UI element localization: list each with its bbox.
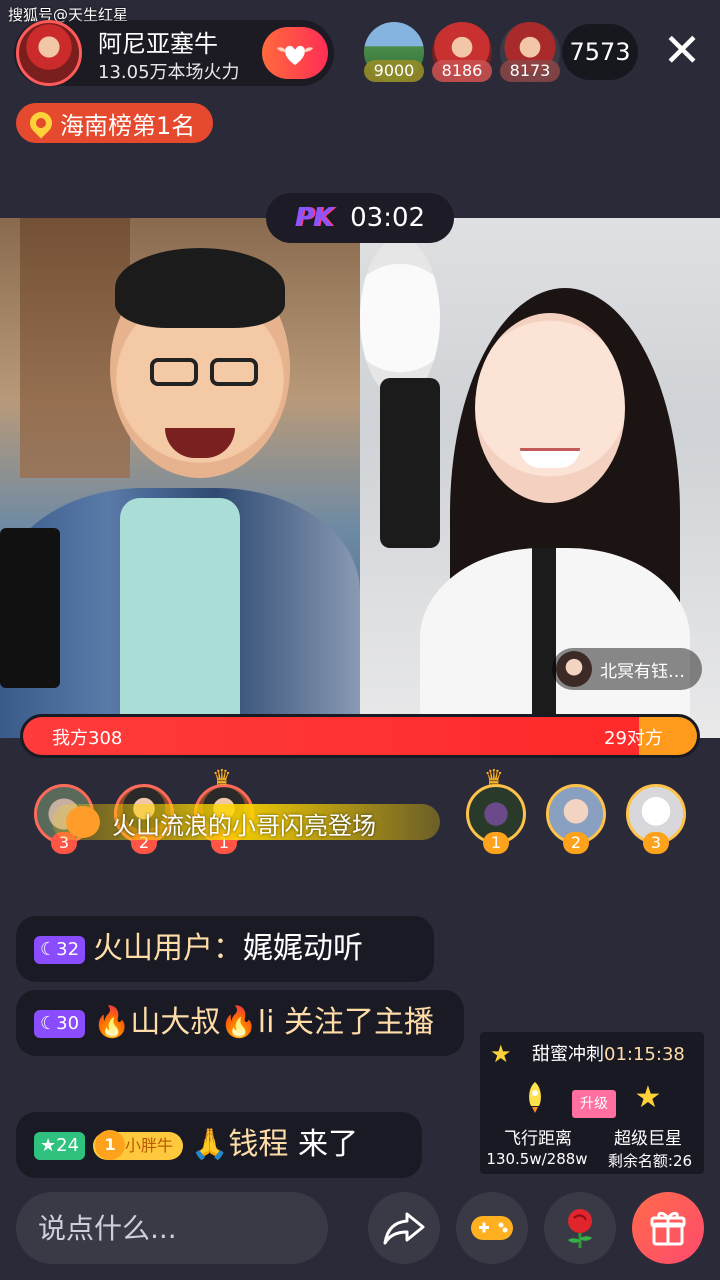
gamepad-icon [471, 1216, 513, 1240]
star-icon: ★ [490, 1040, 512, 1068]
opponent-avatar [556, 651, 592, 687]
close-button[interactable]: ✕ [660, 27, 704, 76]
host-name: 阿尼亚塞牛 [98, 30, 218, 58]
flight-distance-label: 飞行距离 [504, 1129, 572, 1149]
rank-badge-label: 海南榜第1名 [60, 111, 196, 140]
location-pin-icon [25, 107, 57, 139]
comment-input[interactable] [16, 1192, 328, 1264]
pk-timer: PK 03:02 [266, 193, 454, 243]
contributor-rank: 2 [563, 832, 589, 854]
share-arrow-icon [383, 1212, 425, 1245]
upgrade-tag: 升级 [572, 1090, 616, 1118]
user-level-badge: ★24 [34, 1131, 86, 1160]
our-score-label: 我方308 [52, 728, 123, 749]
superstar-label: 超级巨星 [614, 1129, 682, 1149]
viewer-score-2: 8186 [432, 60, 492, 82]
viewer-score-3: 8173 [500, 60, 560, 82]
their-score-label: 29对方 [604, 728, 663, 749]
follow-button[interactable] [262, 27, 328, 79]
sweet-dash-title: 甜蜜冲刺01:15:38 [532, 1044, 685, 1065]
share-button[interactable] [368, 1192, 440, 1264]
host-video [0, 218, 360, 738]
host-avatar[interactable] [16, 20, 82, 86]
superstar-icon: ★ [634, 1080, 662, 1115]
crown-icon: ♛ [212, 766, 232, 791]
game-button[interactable] [456, 1192, 528, 1264]
pk-logo: PK [294, 203, 333, 233]
chat-message[interactable]: ★24小胖牛🙏钱程 来了 [16, 1112, 422, 1178]
crown-icon: ♛ [484, 766, 504, 791]
winged-heart-icon [277, 45, 313, 65]
gift-button[interactable] [632, 1192, 704, 1264]
opponent-name-tag[interactable]: 北冥有钰… [552, 648, 702, 690]
chat-text: 娓娓动听 [243, 931, 364, 966]
user-level-badge: ☾32 [34, 935, 86, 964]
rose-icon [568, 1209, 592, 1248]
host-fire-count: 13.05万本场火力 [98, 62, 240, 83]
gift-box-icon [650, 1211, 686, 1246]
flight-distance-value: 130.5w/288w [486, 1150, 588, 1168]
chat-message[interactable]: ☾32 火山用户：娓娓动听 [16, 916, 434, 982]
rose-gift-button[interactable] [544, 1192, 616, 1264]
entry-banner-text: 火山流浪的小哥闪亮登场 [112, 812, 376, 840]
fan-club-badge: 小胖牛 [93, 1129, 184, 1160]
rocket-icon [520, 1080, 550, 1114]
pk-time: 03:02 [350, 203, 426, 233]
contributor-rank: 3 [643, 832, 669, 854]
chat-username: 🔥山大叔🔥li [93, 1005, 275, 1040]
chat-message[interactable]: ☾30 🔥山大叔🔥li 关注了主播 [16, 990, 464, 1056]
chat-username: 🙏钱程 [191, 1127, 289, 1162]
rank-badge[interactable]: 海南榜第1名 [16, 103, 214, 143]
heart-badge-icon [66, 806, 100, 838]
superstar-remaining: 剩余名额:26 [607, 1152, 693, 1170]
viewer-score-1: 9000 [364, 60, 424, 82]
chat-username: 火山用户： [93, 931, 244, 966]
user-level-badge: ☾30 [34, 1009, 86, 1038]
chat-text: 关注了主播 [283, 1005, 434, 1040]
chat-text: 来了 [297, 1127, 358, 1162]
viewer-count[interactable]: 7573 [562, 24, 638, 80]
opponent-name: 北冥有钰… [600, 661, 685, 682]
contributor-rank: 1 [483, 832, 509, 854]
